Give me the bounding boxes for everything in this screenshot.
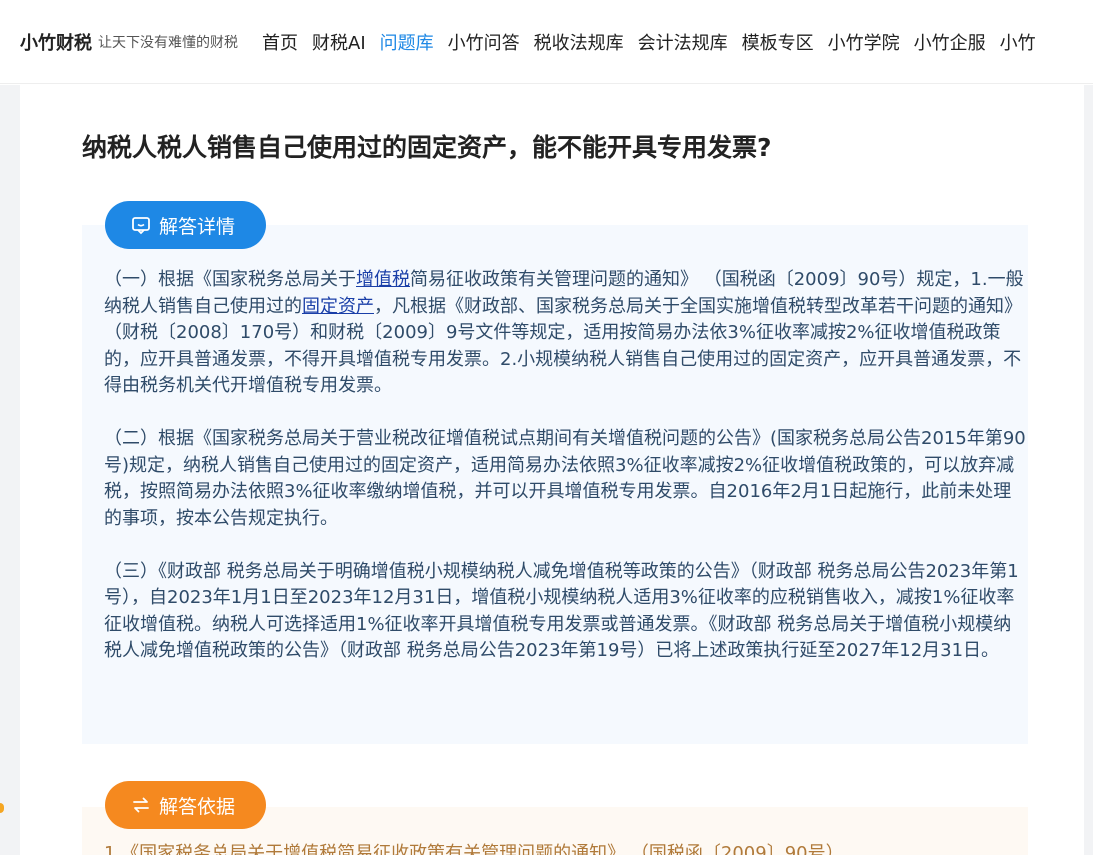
main-nav: 首页 财税AI 问题库 小竹问答 税收法规库 会计法规库 模板专区 小竹学院 小… xyxy=(262,29,1050,55)
swap-arrows-icon xyxy=(131,795,151,815)
nav-item-home[interactable]: 首页 xyxy=(262,29,298,55)
basis-item[interactable]: 1.《国家税务总局关于增值税简易征收政策有关管理问题的通知》 （国税函〔2009… xyxy=(104,841,1026,855)
link-fixed-assets[interactable]: 固定资产 xyxy=(302,296,374,317)
site-logo[interactable]: 小竹财税 xyxy=(20,29,92,55)
answer-paragraph-1: （一）根据《国家税务总局关于增值税简易征收政策有关管理问题的通知》 （国税函〔2… xyxy=(104,269,1024,396)
answer-paragraph-3: （三）《财政部 税务总局关于明确增值税小规模纳税人减免增值税等政策的公告》（财政… xyxy=(104,560,1019,662)
left-gutter xyxy=(0,85,20,855)
answer-detail-label: 解答详情 xyxy=(159,215,236,238)
answer-paragraph-2: （二）根据《国家税务总局关于营业税改征增值税试点期间有关增值税问题的公告》(国家… xyxy=(104,428,1026,529)
answer-basis-tab[interactable]: 解答依据 xyxy=(105,781,266,829)
nav-item-qa[interactable]: 小竹问答 xyxy=(448,29,520,55)
nav-item-question-bank[interactable]: 问题库 xyxy=(380,29,434,55)
nav-item-templates[interactable]: 模板专区 xyxy=(742,29,814,55)
nav-item-enterprise[interactable]: 小竹企服 xyxy=(914,29,986,55)
site-header: 小竹财税 让天下没有难懂的财税 首页 财税AI 问题库 小竹问答 税收法规库 会… xyxy=(0,0,1093,84)
site-slogan: 让天下没有难懂的财税 xyxy=(98,34,238,51)
link-vat[interactable]: 增值税 xyxy=(356,269,410,290)
nav-item-tax-law[interactable]: 税收法规库 xyxy=(534,29,624,55)
nav-item-tax-ai[interactable]: 财税AI xyxy=(312,29,366,55)
question-detail: 纳税人税人销售自己使用过的固定资产，能不能开具专用发票? 解答详情 （一）根据《… xyxy=(20,85,1084,855)
chat-bubble-icon xyxy=(131,215,151,235)
right-gutter xyxy=(1084,85,1093,855)
nav-item-accounting-law[interactable]: 会计法规库 xyxy=(638,29,728,55)
nav-item-academy[interactable]: 小竹学院 xyxy=(828,29,900,55)
answer-detail-tab[interactable]: 解答详情 xyxy=(105,201,266,249)
answer-basis-label: 解答依据 xyxy=(159,795,236,818)
nav-item-more[interactable]: 小竹 xyxy=(1000,29,1036,55)
question-title: 纳税人税人销售自己使用过的固定资产，能不能开具专用发票? xyxy=(82,133,772,162)
answer-content: （一）根据《国家税务总局关于增值税简易征收政策有关管理问题的通知》 （国税函〔2… xyxy=(104,267,1026,691)
